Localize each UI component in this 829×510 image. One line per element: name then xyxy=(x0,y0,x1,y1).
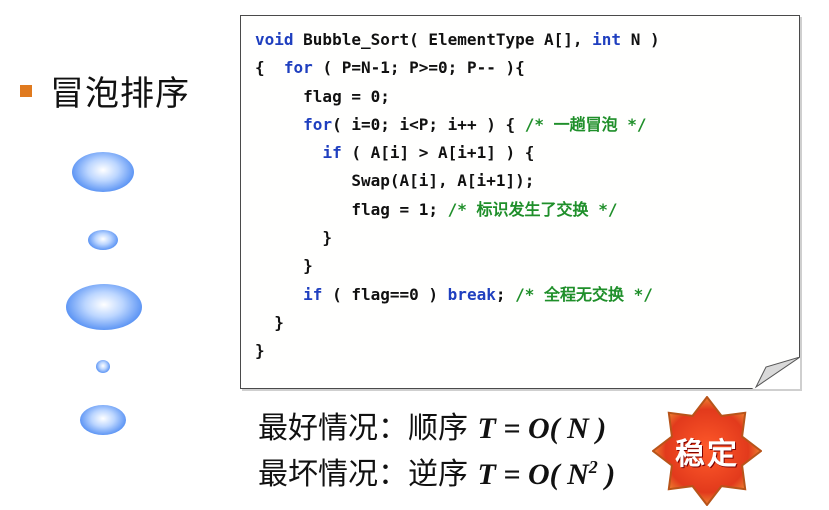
code-line-10: if ( flag==0 ) break; /* 全程无交换 */ xyxy=(303,284,653,304)
code-line-7: flag = 1; /* 标识发生了交换 */ xyxy=(255,199,618,219)
code-line-2: { for ( P=N-1; P>=0; P-- ){ xyxy=(255,58,525,78)
code-line-8: } xyxy=(255,228,333,248)
bubble-icon xyxy=(72,152,134,192)
badge-label: 稳定 xyxy=(675,437,739,472)
code-line-12: } xyxy=(255,341,265,361)
code-line-11: } xyxy=(255,312,284,332)
complexity-summary: 最好情况：顺序 T = O( N ) 最坏情况：逆序 T = O( N2 ) xyxy=(258,410,615,494)
code-line-4: for( i=0; i<P; i++ ) { /* 一趟冒泡 */ xyxy=(303,114,647,134)
code-line-9: } xyxy=(255,256,313,276)
best-case-label: 最好情况：顺序 xyxy=(258,411,478,446)
code-line-1: void Bubble_Sort( ElementType A[], int N… xyxy=(255,30,660,49)
best-case-line: 最好情况：顺序 T = O( N ) xyxy=(258,410,615,448)
worst-case-formula: T = O( N2 ) xyxy=(477,457,616,491)
bubble-icon xyxy=(66,284,142,330)
worst-case-line: 最坏情况：逆序 T = O( N2 ) xyxy=(258,448,615,494)
code-panel: void Bubble_Sort( ElementType A[], int N… xyxy=(240,15,800,389)
bubble-icon xyxy=(96,360,110,373)
code-line-6: Swap(A[i], A[i+1]); xyxy=(255,171,535,191)
code-listing: void Bubble_Sort( ElementType A[], int N… xyxy=(255,26,660,366)
page-fold-icon xyxy=(752,357,800,389)
bubble-icon xyxy=(80,405,126,435)
bubbles-illustration xyxy=(0,0,220,510)
bubble-icon xyxy=(88,230,118,250)
stable-badge: 稳定 xyxy=(651,395,763,507)
code-line-5: if ( A[i] > A[i+1] ) { xyxy=(322,143,535,163)
best-case-formula: T = O( N ) xyxy=(477,412,607,445)
code-line-3: flag = 0; xyxy=(255,86,390,106)
worst-case-label: 最坏情况：逆序 xyxy=(258,457,478,492)
